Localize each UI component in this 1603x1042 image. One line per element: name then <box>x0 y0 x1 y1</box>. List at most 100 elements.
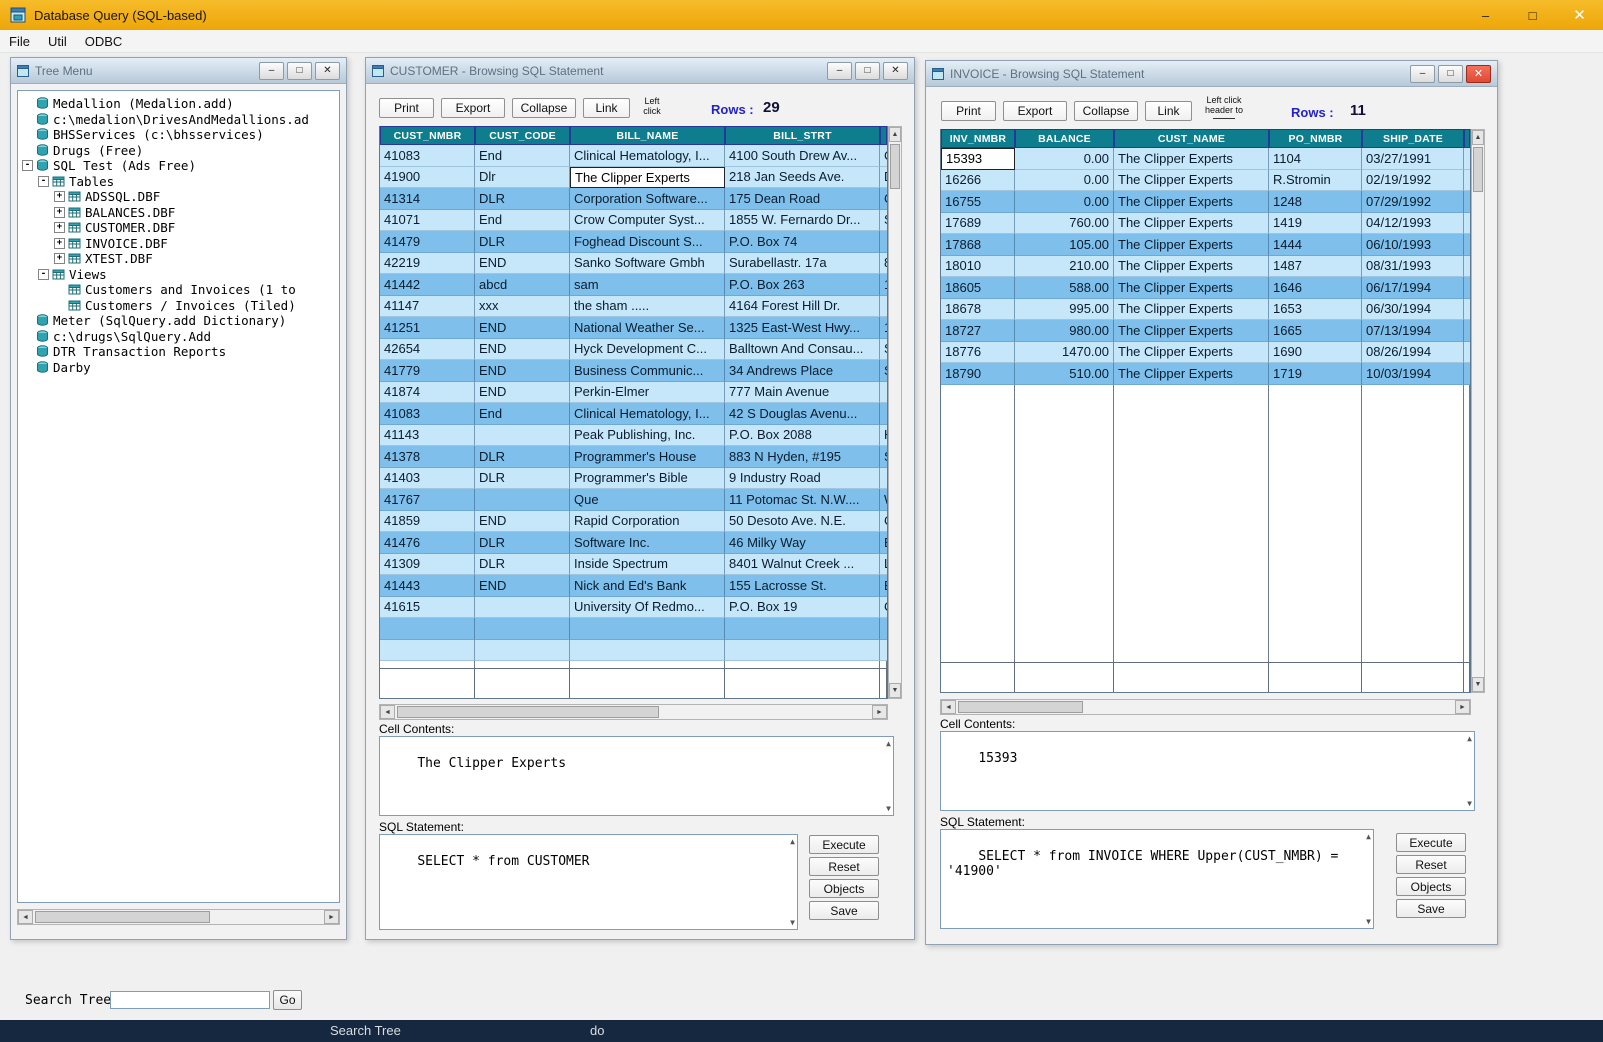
grid-cell[interactable]: END <box>475 382 570 404</box>
grid-cell[interactable] <box>880 231 888 253</box>
grid-cell[interactable]: 1 <box>880 317 888 339</box>
grid-row[interactable]: 42219ENDSanko Software GmbhSurabellastr.… <box>380 253 887 275</box>
grid-cell[interactable]: 41442 <box>380 274 475 296</box>
grid-cell[interactable]: 08/26/1994 <box>1362 342 1464 364</box>
tree-hscrollbar[interactable]: ◄ ► <box>17 909 340 925</box>
grid-row[interactable]: 41476DLRSoftware Inc.46 Milky WayE <box>380 532 887 554</box>
grid-cell[interactable]: DLR <box>475 468 570 490</box>
grid-cell[interactable]: 41443 <box>380 575 475 597</box>
customer-grid-hscrollbar[interactable]: ◄ ► <box>379 704 888 720</box>
tree-item[interactable]: c:\drugs\SqlQuery.Add <box>18 329 339 345</box>
grid-cell[interactable]: 07/29/1992 <box>1362 191 1464 213</box>
grid-cell[interactable]: 1470.00 <box>1015 342 1114 364</box>
grid-cell[interactable]: END <box>475 317 570 339</box>
column-header[interactable]: CUST_CODE <box>475 126 570 145</box>
scroll-track[interactable] <box>33 910 324 924</box>
grid-cell[interactable]: 995.00 <box>1015 299 1114 321</box>
maximize-button[interactable]: □ <box>855 62 880 80</box>
grid-cell[interactable] <box>475 489 570 511</box>
grid-cell[interactable]: 17689 <box>941 213 1015 235</box>
link-button[interactable]: Link <box>583 98 630 118</box>
grid-cell[interactable]: E <box>880 532 888 554</box>
grid-cell[interactable]: S <box>880 446 888 468</box>
grid-cell[interactable]: 1248 <box>1269 191 1362 213</box>
grid-cell[interactable]: 0.00 <box>1015 191 1114 213</box>
grid-row[interactable]: 41071EndCrow Computer Syst...1855 W. Fer… <box>380 210 887 232</box>
grid-cell[interactable]: Corporation Software... <box>570 188 725 210</box>
tree-item[interactable]: Meter (SqlQuery.add Dictionary) <box>18 313 339 329</box>
grid-cell[interactable]: P.O. Box 263 <box>725 274 880 296</box>
grid-append-row[interactable] <box>941 662 1470 692</box>
grid-cell[interactable]: S <box>880 339 888 361</box>
grid-cell[interactable]: The Clipper Experts <box>1114 363 1269 385</box>
cell-contents-box[interactable]: 15393 ▲ ▼ <box>940 731 1475 811</box>
tree-item[interactable]: +INVOICE.DBF <box>18 236 339 252</box>
grid-cell[interactable]: 04/12/1993 <box>1362 213 1464 235</box>
minimize-button[interactable]: – <box>259 62 284 80</box>
grid-cell[interactable] <box>475 618 570 640</box>
grid-cell[interactable] <box>1464 191 1471 213</box>
export-button[interactable]: Export <box>1003 101 1067 121</box>
column-header[interactable]: SHIP_DATE <box>1362 129 1464 148</box>
menu-item-odbc[interactable]: ODBC <box>76 30 132 52</box>
grid-cell[interactable]: 1646 <box>1269 277 1362 299</box>
grid-cell[interactable]: The Clipper Experts <box>1114 256 1269 278</box>
grid-cell[interactable]: 41479 <box>380 231 475 253</box>
grid-row[interactable]: 41479DLRFoghead Discount S...P.O. Box 74 <box>380 231 887 253</box>
grid-cell[interactable]: Balltown And Consau... <box>725 339 880 361</box>
scroll-up-icon[interactable]: ▲ <box>886 739 891 748</box>
grid-cell[interactable]: 11 Potomac St. N.W.... <box>725 489 880 511</box>
column-header[interactable]: INV_NMBR <box>941 129 1015 148</box>
grid-cell[interactable]: 1690 <box>1269 342 1362 364</box>
grid-cell[interactable]: 41071 <box>380 210 475 232</box>
tree-item[interactable]: -Views <box>18 267 339 283</box>
objects-button[interactable]: Objects <box>809 879 879 898</box>
column-header[interactable]: BALANCE <box>1015 129 1114 148</box>
grid-cell[interactable]: Surabellastr. 17a <box>725 253 880 275</box>
grid-row[interactable]: 41309DLRInside Spectrum8401 Walnut Creek… <box>380 554 887 576</box>
grid-cell[interactable] <box>570 640 725 662</box>
expand-icon[interactable]: + <box>54 253 65 264</box>
grid-cell[interactable]: Sanko Software Gmbh <box>570 253 725 275</box>
scroll-track[interactable] <box>395 705 872 719</box>
grid-cell[interactable]: xxx <box>475 296 570 318</box>
grid-cell[interactable]: 41403 <box>380 468 475 490</box>
column-header[interactable] <box>880 126 887 145</box>
grid-row[interactable]: 41443ENDNick and Ed's Bank155 Lacrosse S… <box>380 575 887 597</box>
grid-cell[interactable]: DLR <box>475 446 570 468</box>
grid-cell[interactable]: 1325 East-West Hwy... <box>725 317 880 339</box>
grid-cell[interactable]: 1419 <box>1269 213 1362 235</box>
print-button[interactable]: Print <box>941 101 996 121</box>
grid-cell[interactable]: Foghead Discount S... <box>570 231 725 253</box>
grid-cell[interactable]: R.Stromin <box>1269 170 1362 192</box>
grid-cell[interactable]: End <box>475 210 570 232</box>
grid-cell[interactable]: 07/13/1994 <box>1362 320 1464 342</box>
grid-cell[interactable]: The Clipper Experts <box>1114 234 1269 256</box>
tree-item[interactable]: Drugs (Free) <box>18 143 339 159</box>
close-button[interactable]: ✕ <box>883 62 908 80</box>
tree-item[interactable]: Customers and Invoices (1 to <box>18 282 339 298</box>
main-titlebar[interactable]: Database Query (SQL-based) – □ ✕ <box>0 0 1603 30</box>
grid-cell[interactable]: 17868 <box>941 234 1015 256</box>
grid-cell[interactable]: 42 S Douglas Avenu... <box>725 403 880 425</box>
grid-cell[interactable]: The Clipper Experts <box>570 167 725 189</box>
grid-row[interactable]: 41767Que11 Potomac St. N.W....W <box>380 489 887 511</box>
grid-cell[interactable]: L <box>880 554 888 576</box>
grid-cell[interactable]: 1487 <box>1269 256 1362 278</box>
grid-row[interactable]: 41615University Of Redmo...P.O. Box 19C <box>380 597 887 619</box>
tree-item[interactable]: DTR Transaction Reports <box>18 344 339 360</box>
grid-cell[interactable]: 18776 <box>941 342 1015 364</box>
grid-cell[interactable]: 18727 <box>941 320 1015 342</box>
menu-item-file[interactable]: File <box>0 30 39 52</box>
grid-cell[interactable]: C <box>880 188 888 210</box>
tree-item[interactable]: +CUSTOMER.DBF <box>18 220 339 236</box>
grid-cell[interactable]: S <box>880 360 888 382</box>
grid-row[interactable]: 41143Peak Publishing, Inc.P.O. Box 2088H <box>380 425 887 447</box>
scroll-down-icon[interactable]: ▼ <box>1467 799 1472 808</box>
scroll-track[interactable] <box>1472 145 1484 677</box>
grid-row[interactable] <box>380 640 887 662</box>
tree-item[interactable]: -Tables <box>18 174 339 190</box>
grid-cell[interactable]: C <box>880 597 888 619</box>
grid-cell[interactable]: The Clipper Experts <box>1114 191 1269 213</box>
tree-item[interactable]: BHSServices (c:\bhsservices) <box>18 127 339 143</box>
